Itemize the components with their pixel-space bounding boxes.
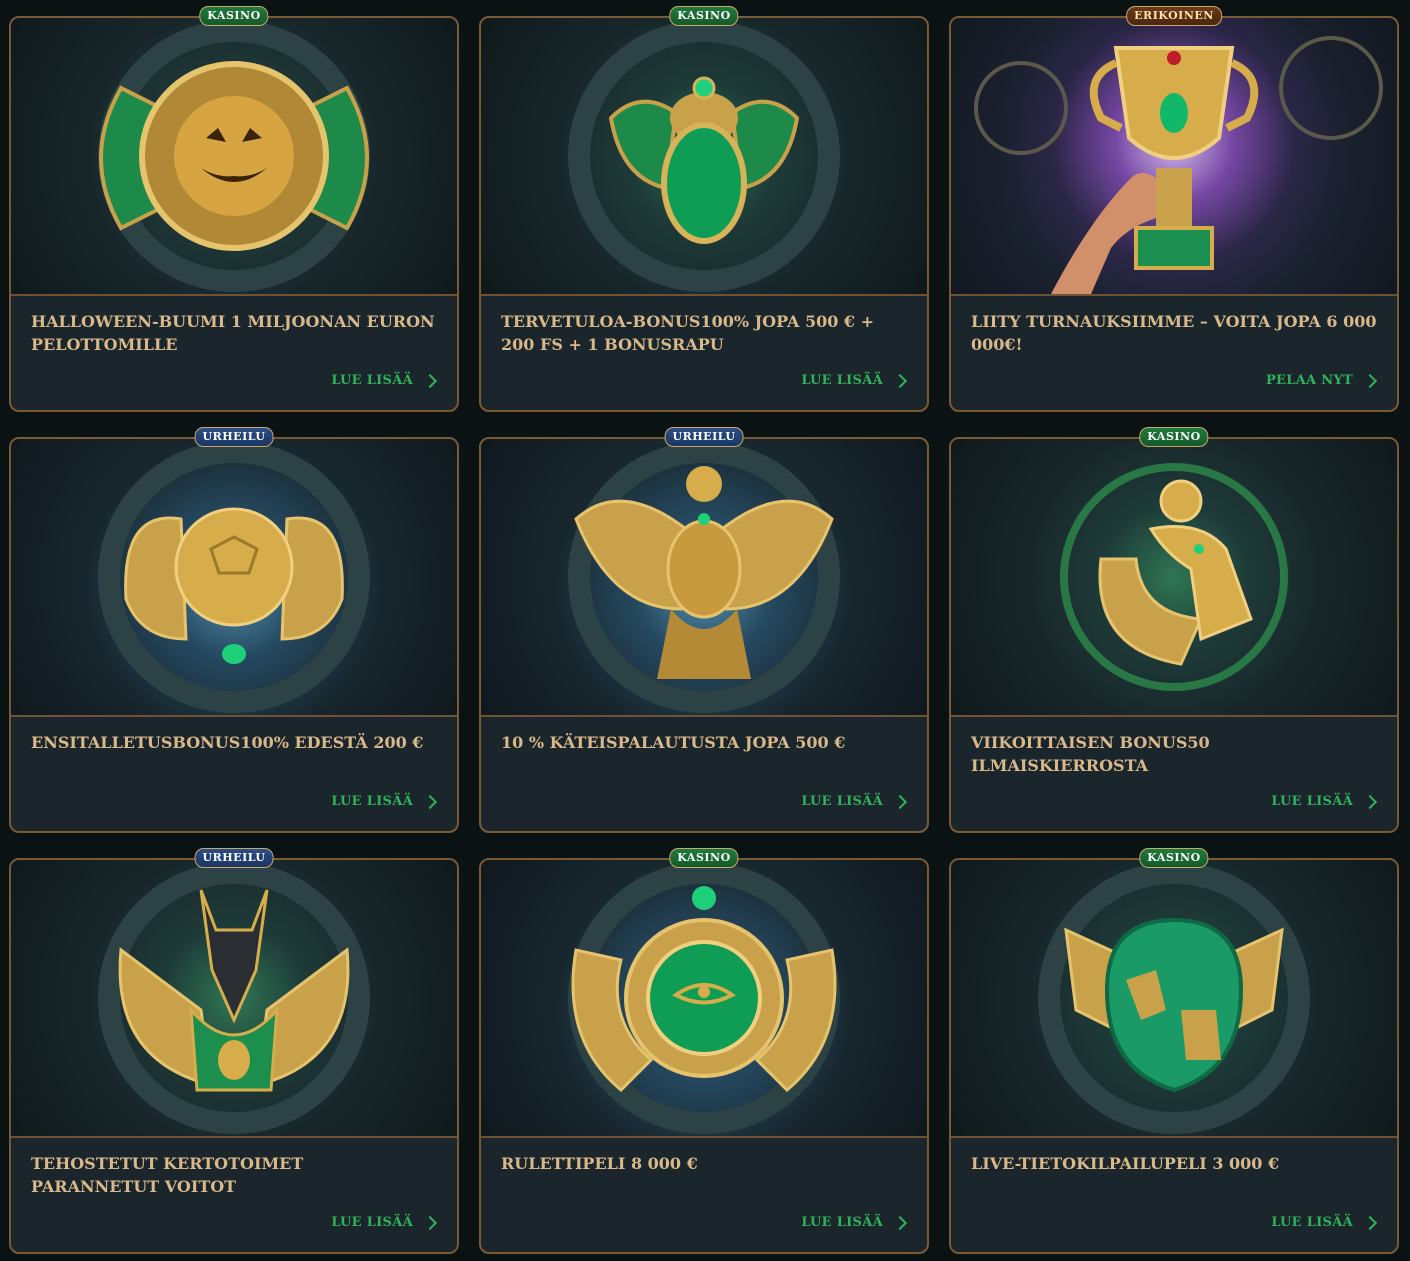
category-badge: URHEILU [194, 427, 274, 447]
category-badge: KASINO [669, 848, 739, 868]
promo-image [481, 18, 927, 296]
chevron-right-icon [422, 373, 438, 388]
chevron-right-icon [892, 794, 908, 809]
promo-image [951, 18, 1397, 296]
chevron-right-icon [1362, 373, 1378, 388]
cta-label: LUE LISÄÄ [331, 373, 413, 388]
read-more-link[interactable]: LUE LISÄÄ [1271, 794, 1378, 809]
promo-title: ENSITALLETUSBONUS100% EDESTÄ 200 € [31, 733, 424, 752]
promo-card[interactable]: URHEILU ENSITALLETUSBONUS100% EDESTÄ 200… [9, 427, 459, 833]
promo-title: HALLOWEEN-BUUMI 1 MILJOONAN EURON PELOTT… [31, 312, 435, 354]
scarab-icon [568, 20, 840, 292]
promo-image [951, 860, 1397, 1138]
chevron-right-icon [422, 1215, 438, 1230]
read-more-link[interactable]: LUE LISÄÄ [331, 373, 438, 388]
promo-image [11, 18, 457, 296]
promo-title: 10 % KÄTEISPALAUTUSTA JOPA 500 € [501, 733, 846, 752]
read-more-link[interactable]: LUE LISÄÄ [801, 373, 908, 388]
cta-label: LUE LISÄÄ [1271, 1215, 1353, 1230]
cta-label: LUE LISÄÄ [801, 1215, 883, 1230]
promo-image [951, 439, 1397, 717]
pumpkin-medallion-icon [98, 20, 370, 292]
read-more-link[interactable]: LUE LISÄÄ [801, 794, 908, 809]
eye-of-horus-icon [568, 862, 840, 1134]
promo-image [11, 439, 457, 717]
cta-label: LUE LISÄÄ [801, 373, 883, 388]
cta-label: LUE LISÄÄ [1271, 794, 1353, 809]
trophy-icon [974, 36, 1383, 294]
category-badge: ERIKOINEN [1126, 6, 1222, 26]
promo-image [11, 860, 457, 1138]
promo-card[interactable]: KASINO RULETTIPELI 8 000 € LUE LISÄÄ [479, 848, 929, 1254]
cta-label: LUE LISÄÄ [331, 794, 413, 809]
promo-card[interactable]: KASINO HALLOWEEN-BUUMI 1 MILJOONAN EURON… [9, 6, 459, 412]
category-badge: KASINO [1139, 427, 1209, 447]
horus-falcon-icon [1060, 463, 1288, 691]
crocodile-icon [1038, 862, 1310, 1134]
promo-title: VIIKOITTAISEN BONUS50 ILMAISKIERROSTA [971, 733, 1210, 775]
chevron-right-icon [1362, 1215, 1378, 1230]
promotions-grid: KASINO HALLOWEEN-BUUMI 1 MILJOONAN EURON… [9, 6, 1399, 1254]
chevron-right-icon [1362, 794, 1378, 809]
promo-title: LIITY TURNAUKSIIMME – VOITA JOPA 6 000 0… [971, 312, 1377, 354]
read-more-link[interactable]: LUE LISÄÄ [1271, 1215, 1378, 1230]
promo-title: LIVE-TIETOKILPAILUPELI 3 000 € [971, 1154, 1280, 1173]
promo-title: RULETTIPELI 8 000 € [501, 1154, 698, 1173]
chevron-right-icon [422, 794, 438, 809]
chevron-right-icon [892, 373, 908, 388]
cta-label: LUE LISÄÄ [801, 794, 883, 809]
category-badge: URHEILU [664, 427, 744, 447]
cta-label: PELAA NYT [1265, 373, 1353, 388]
promo-card[interactable]: KASINO VIIKOITTAISEN BONUS50 ILMAISKIERR… [949, 427, 1399, 833]
category-badge: KASINO [199, 6, 269, 26]
promo-image [481, 439, 927, 717]
chevron-right-icon [892, 1215, 908, 1230]
promo-card[interactable]: KASINO LIVE-TIETOKILPAILUPELI 3 000 € LU… [949, 848, 1399, 1254]
winged-ball-icon [98, 441, 370, 713]
read-more-link[interactable]: LUE LISÄÄ [801, 1215, 908, 1230]
promo-card[interactable]: KASINO TERVETULOA-BONUS100% JOPA 500 € +… [479, 6, 929, 412]
category-badge: URHEILU [194, 848, 274, 868]
promo-card[interactable]: ERIKOINEN LIITY TURNAUKSIIMME – VOITA JO… [949, 6, 1399, 412]
cta-label: LUE LISÄÄ [331, 1215, 413, 1230]
winged-goddess-icon [568, 441, 840, 713]
promo-image [481, 860, 927, 1138]
anubis-icon [98, 862, 370, 1134]
promo-card[interactable]: URHEILU TEHOSTETUT KERTOTOIMET PARANNETU… [9, 848, 459, 1254]
play-now-link[interactable]: PELAA NYT [1265, 373, 1378, 388]
category-badge: KASINO [1139, 848, 1209, 868]
promo-card[interactable]: URHEILU 10 % KÄTEISPALAUTUSTA JOPA 500 €… [479, 427, 929, 833]
category-badge: KASINO [669, 6, 739, 26]
promo-title: TERVETULOA-BONUS100% JOPA 500 € + 200 FS… [501, 312, 875, 354]
read-more-link[interactable]: LUE LISÄÄ [331, 794, 438, 809]
promo-title: TEHOSTETUT KERTOTOIMET PARANNETUT VOITOT [31, 1154, 304, 1196]
read-more-link[interactable]: LUE LISÄÄ [331, 1215, 438, 1230]
